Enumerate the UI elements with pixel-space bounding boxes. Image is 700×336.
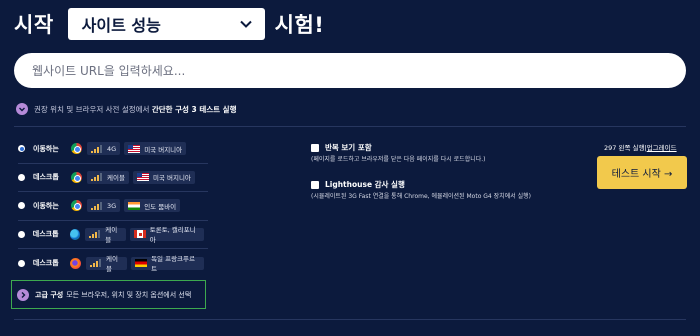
advanced-config-text: 모든 브라우저, 위치 및 장치 옵션에서 선택 [66, 290, 192, 299]
flag-de-icon [135, 259, 148, 268]
location-chip: 인도 뭄바이 [124, 199, 181, 213]
test-preset-row[interactable]: 데스크톱 케이블 미국 버지니아 [18, 164, 208, 192]
test-title: 시작 사이트 성능 시험! [14, 8, 324, 40]
lighthouse-label: Lighthouse 감사 실행 [325, 180, 405, 189]
test-preset-row[interactable]: 이동하는 3G 인도 뭄바이 [18, 192, 208, 221]
device-label: 이동하는 [33, 201, 59, 210]
test-preset-radio[interactable] [18, 202, 25, 210]
signal-icon [91, 201, 103, 210]
device-label: 이동하는 [33, 144, 59, 153]
location-label: 인도 뭄바이 [144, 202, 177, 211]
chevron-down-icon[interactable] [16, 103, 28, 115]
test-preset-radio[interactable] [18, 230, 25, 238]
network-chip: 케이블 [85, 255, 128, 273]
network-label: 4G [107, 144, 117, 153]
runs-remaining-text: 297 왼쪽 실행 [604, 144, 645, 152]
runs-remaining: 297 왼쪽 실행|업그레이드 [604, 142, 677, 152]
test-preset-row[interactable]: 이동하는 4G 미국 버지니아 [18, 135, 208, 164]
location-chip: 미국 버지니아 [132, 170, 195, 184]
signal-icon [89, 230, 101, 239]
test-preset-row[interactable]: 데스크톱 케이블 독일 프랑크푸르트 [18, 249, 208, 278]
edge-icon [69, 228, 81, 240]
device-label: 데스크톱 [32, 230, 59, 239]
signal-icon [89, 259, 102, 268]
firefox-icon [70, 257, 81, 269]
location-label: 미국 버지니아 [152, 174, 191, 183]
repeat-view-checkbox[interactable] [311, 143, 319, 152]
repeat-view-description: (페이지를 로드하고 브라우저를 닫은 다음 페이지를 다시 로드합니다.) [311, 156, 486, 163]
chevron-right-icon [17, 288, 29, 301]
location-chip: 토론토, 캘리포니아 [130, 226, 204, 244]
location-chip: 독일 프랑크푸르트 [131, 255, 204, 273]
divider [14, 319, 686, 320]
test-preset-radio[interactable] [18, 259, 25, 267]
lighthouse-description: (시뮬레이트된 3G Fast 연결을 통해 Chrome, 에뮬레이션된 Mo… [311, 193, 532, 200]
network-chip: 4G [87, 142, 121, 156]
test-type-select[interactable]: 사이트 성능 [67, 8, 265, 40]
title-suffix: 시험! [274, 13, 325, 37]
network-label: 케이블 [105, 226, 118, 245]
test-preset-list: 이동하는 4G 미국 버지니아 데스크톱 케이블 미국 버지니아 이동하는 3G 인도 뭄바이 데… [18, 135, 208, 278]
signal-icon [91, 173, 103, 182]
location-label: 독일 프랑크푸르트 [151, 255, 195, 274]
simple-config-bold: 간단한 구성 3 테스트 실행 [151, 104, 237, 114]
advanced-config-button[interactable]: 고급 구성 모든 브라우저, 위치 및 장치 옵션에서 선택 [11, 280, 206, 309]
upgrade-link[interactable]: 업그레이드 [647, 144, 677, 152]
device-label: 데스크톱 [32, 259, 59, 268]
network-chip: 케이블 [87, 170, 129, 184]
divider [14, 126, 686, 127]
network-label: 케이블 [105, 255, 118, 274]
lighthouse-checkbox[interactable] [311, 180, 319, 189]
chrome-icon [71, 143, 82, 155]
website-url-input[interactable] [14, 53, 686, 88]
chevron-down-icon [239, 20, 252, 28]
test-preset-radio[interactable] [18, 173, 25, 181]
network-chip: 3G [87, 199, 121, 213]
location-chip: 미국 버지니아 [124, 142, 187, 156]
repeat-view-option: 반복 보기 포함 (페이지를 로드하고 브라우저를 닫은 다음 페이지를 다시 … [311, 142, 546, 165]
lighthouse-option: Lighthouse 감사 실행 (시뮬레이트된 3G Fast 연결을 통해 … [311, 179, 546, 202]
test-preset-row[interactable]: 데스크톱 케이블 토론토, 캘리포니아 [18, 221, 208, 249]
location-label: 미국 버지니아 [144, 145, 183, 154]
network-chip: 케이블 [85, 226, 127, 244]
advanced-config-bold: 고급 구성 [35, 290, 64, 299]
flag-us-icon [136, 173, 149, 182]
signal-icon [91, 144, 103, 153]
flag-ca-icon [134, 230, 146, 239]
network-label: 케이블 [107, 174, 125, 183]
simple-config-toggle[interactable]: 권장 위치 및 브라우저 사전 설정에서 간단한 구성 3 테스트 실행 [16, 103, 236, 115]
flag-us-icon [128, 144, 141, 153]
simple-config-text: 권장 위치 및 브라우저 사전 설정에서 [34, 104, 150, 114]
chrome-icon [71, 171, 82, 183]
network-label: 3G [107, 201, 117, 210]
start-test-button[interactable]: 테스트 시작 → [597, 156, 687, 189]
repeat-view-label: 반복 보기 포함 [325, 143, 372, 152]
title-prefix: 시작 [14, 13, 54, 37]
device-label: 데스크톱 [33, 173, 59, 182]
chrome-icon [71, 200, 82, 212]
flag-in-icon [128, 201, 141, 210]
test-type-selected: 사이트 성능 [81, 16, 161, 35]
location-label: 토론토, 캘리포니아 [149, 226, 196, 245]
test-preset-radio[interactable] [18, 145, 25, 153]
